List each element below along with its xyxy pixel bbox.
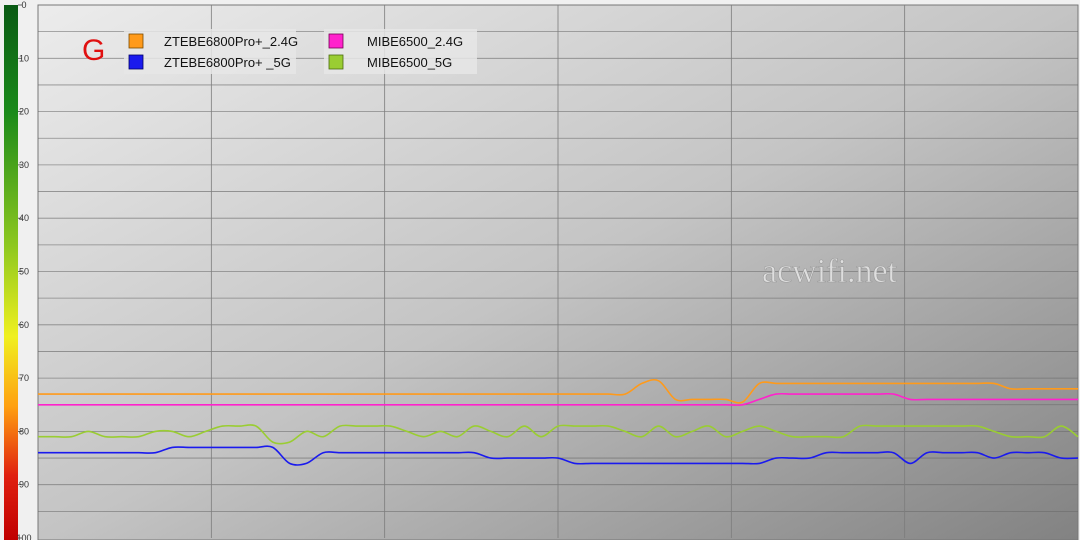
y-tick-label: 80 [19, 426, 29, 436]
band-marker: G [82, 34, 105, 67]
legend-label-mi-2g: MIBE6500_2.4G [367, 34, 463, 49]
y-tick-label: 70 [19, 373, 29, 383]
legend-label-zte-2g: ZTEBE6800Pro+_2.4G [164, 34, 298, 49]
legend-swatch-mi-5g [328, 54, 344, 70]
y-tick-label: 30 [19, 160, 29, 170]
y-tick-label: 100 [16, 533, 31, 540]
y-tick-label: 10 [19, 53, 29, 63]
legend-label-mi-5g: MIBE6500_5G [367, 55, 452, 70]
y-tick-label: 60 [19, 320, 29, 330]
signal-chart: 0 10 20 30 40 50 60 70 80 90 100 acwifi.net G ZTEB… [0, 0, 1080, 540]
legend-label-zte-5g: ZTEBE6800Pro+ _5G [164, 55, 291, 70]
y-tick-label: 20 [19, 107, 29, 117]
y-tick-label: 50 [19, 267, 29, 277]
legend-swatch-mi-2g [328, 33, 344, 49]
legend-swatch-zte-5g [128, 54, 144, 70]
watermark: acwifi.net [762, 253, 898, 290]
y-tick-label: 90 [19, 480, 29, 490]
signal-colorbar [4, 5, 18, 540]
y-tick-label: 0 [21, 0, 26, 10]
y-tick-label: 40 [19, 213, 29, 223]
legend-swatch-zte-2g [128, 33, 144, 49]
